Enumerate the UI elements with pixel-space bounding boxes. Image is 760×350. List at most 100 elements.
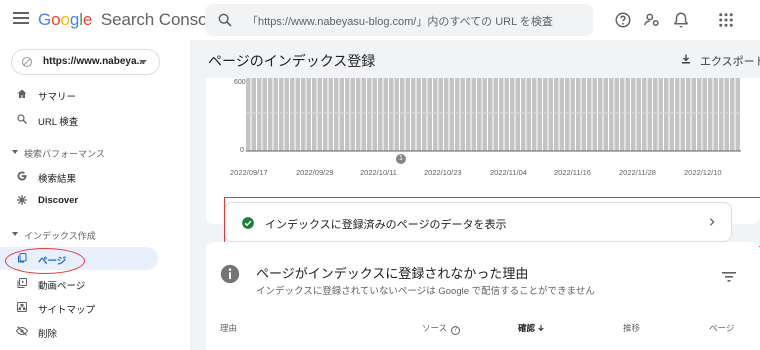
chart-bar: [328, 78, 333, 151]
help-icon[interactable]: ?: [451, 326, 461, 335]
chart-bar: [295, 78, 300, 151]
chart-bar: [702, 78, 707, 151]
search-console-logo[interactable]: Google Search Console: [38, 10, 221, 30]
chart-bar: [526, 78, 531, 151]
chart-bar: [471, 78, 476, 151]
chart-bar: [433, 78, 438, 151]
sidebar-item-discover[interactable]: Discover: [0, 189, 158, 212]
chevron-right-icon: [709, 218, 715, 226]
x-tick-label: 2022/09/17: [230, 168, 268, 177]
section-indexing[interactable]: インデックス作成: [0, 226, 158, 244]
chart-bar: [719, 78, 724, 151]
chart-bar: [345, 78, 350, 151]
chart-bar: [708, 78, 713, 151]
sort-arrow-down-icon: [538, 325, 545, 332]
column-header-pages[interactable]: ページ: [709, 322, 734, 334]
chart-bar: [466, 78, 471, 151]
removals-icon: [16, 326, 28, 336]
sitemap-icon: [17, 302, 27, 312]
chart-bar: [444, 78, 449, 151]
sidebar-item-sitemaps[interactable]: サイトマップ: [0, 296, 158, 319]
property-selector[interactable]: https://www.nabeya...: [11, 49, 160, 75]
x-tick-label: 2022/11/16: [554, 168, 591, 177]
chart-bar: [493, 78, 498, 151]
chart-bar: [460, 78, 465, 151]
chevron-down-icon: [139, 60, 147, 64]
chart-bar: [246, 78, 251, 151]
search-icon: [17, 114, 27, 124]
chart-bar: [713, 78, 718, 151]
chart-bar: [653, 78, 658, 151]
chart-bar: [730, 78, 735, 151]
x-tick-label: 2022/11/28: [619, 168, 656, 177]
help-icon[interactable]: [614, 11, 632, 29]
chart-bar: [609, 78, 614, 151]
sidebar-item-search-results[interactable]: 検索結果: [0, 165, 158, 188]
chart-bar: [642, 78, 647, 151]
user-settings-icon[interactable]: [643, 11, 661, 29]
column-header-trend[interactable]: 推移: [623, 322, 640, 334]
collapse-triangle-icon: [12, 150, 18, 154]
sidebar-item-summary[interactable]: サマリー: [0, 83, 158, 106]
sidebar-item-video-pages[interactable]: 動画ページ: [0, 272, 158, 295]
chart-bar: [416, 78, 421, 151]
property-url: https://www.nabeya...: [43, 56, 145, 67]
chart-bar: [658, 78, 663, 151]
sidebar-item-removals[interactable]: 削除: [0, 320, 158, 343]
apps-grid-icon[interactable]: [717, 11, 735, 29]
sidebar: https://www.nabeya... サマリー URL 検査 検索パフォー…: [0, 40, 160, 350]
chart-bar: [482, 78, 487, 151]
chart-bar: [477, 78, 482, 151]
chart-bar: [422, 78, 427, 151]
collapse-triangle-icon: [12, 232, 18, 236]
chart-bar: [312, 78, 317, 151]
filter-icon[interactable]: [722, 272, 736, 282]
chart-bar: [647, 78, 652, 151]
chart-bar: [356, 78, 361, 151]
chart-bar: [339, 78, 344, 151]
main-menu-icon[interactable]: [13, 12, 29, 28]
chart-bar: [361, 78, 366, 151]
chart-bar: [290, 78, 295, 151]
url-inspect-search-input[interactable]: 「https://www.nabeyasu-blog.com/」内のすべての U…: [205, 4, 593, 36]
chart-bar: [510, 78, 515, 151]
chart-bar: [504, 78, 509, 151]
sidebar-item-url-inspection[interactable]: URL 検査: [0, 108, 158, 131]
search-placeholder: 「https://www.nabeyasu-blog.com/」内のすべての U…: [247, 16, 553, 28]
chart-bar: [383, 78, 388, 151]
info-icon: [220, 264, 240, 284]
chart-bar: [268, 78, 273, 151]
chart-bar: [675, 78, 680, 151]
google-g-icon: [17, 171, 27, 181]
chart-bar: [427, 78, 432, 151]
column-header-reason[interactable]: 理由: [220, 322, 237, 334]
chart-bar: [680, 78, 685, 151]
column-header-validation[interactable]: 確認: [518, 322, 545, 334]
notifications-icon[interactable]: [672, 11, 690, 29]
download-icon: [682, 54, 690, 64]
indexing-chart-card: 600 0 1 2022/09/17 2022/09/29 2022/10/11…: [206, 78, 760, 247]
page-title: ページのインデックス登録: [208, 53, 376, 69]
chart-bar: [515, 78, 520, 151]
chart-bar: [697, 78, 702, 151]
sidebar-item-pages[interactable]: ページ: [0, 247, 158, 270]
chart-bar: [367, 78, 372, 151]
annotation-marker[interactable]: 1: [396, 154, 406, 164]
chart-bar: [620, 78, 625, 151]
chart-bar: [686, 78, 691, 151]
chart-bar: [581, 78, 586, 151]
chart-bar: [631, 78, 636, 151]
x-tick-label: 2022/12/10: [684, 168, 722, 177]
chart-bar: [570, 78, 575, 151]
view-indexed-pages-link[interactable]: インデックスに登録済みのページのデータを表示: [224, 202, 732, 242]
chart-bar: [554, 78, 559, 151]
chart-bar: [273, 78, 278, 151]
chart-bar: [735, 78, 740, 151]
chart-bar: [603, 78, 608, 151]
chart-bar: [284, 78, 289, 151]
section-search-performance[interactable]: 検索パフォーマンス: [0, 144, 158, 162]
column-header-source[interactable]: ソース?: [422, 322, 461, 335]
chart-bar: [691, 78, 696, 151]
not-indexed-reasons-card: ページがインデックスに登録されなかった理由 インデックスに登録されていないページ…: [206, 242, 760, 350]
chart-bar: [449, 78, 454, 151]
